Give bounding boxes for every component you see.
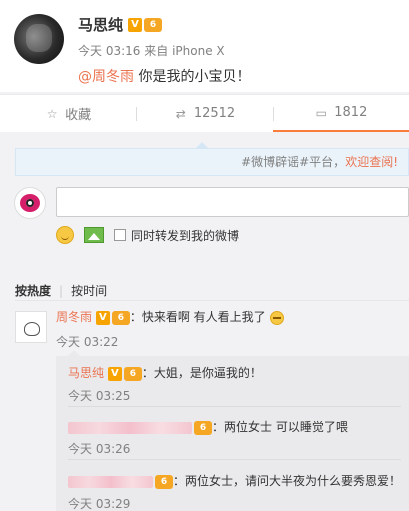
composer-tools: 同时转发到我的微博 xyxy=(56,226,239,244)
comment-count: 1812 xyxy=(334,105,368,120)
repost-button[interactable]: ⇄ 12512 xyxy=(136,95,272,132)
comment-author[interactable]: 周冬雨 xyxy=(56,310,92,324)
reply-text: ：两位女士，请问大半夜为什么要秀恩爱！ xyxy=(173,474,402,488)
level-badge: 6 xyxy=(194,420,212,435)
notice-link[interactable]: 欢迎查阅! xyxy=(345,155,398,169)
sort-by-time[interactable]: 按时间 xyxy=(71,284,107,298)
reply-text: ：大姐，是你逼我的！ xyxy=(141,366,262,380)
author-name[interactable]: 马思纯 xyxy=(78,14,123,35)
post-body: 你是我的小宝贝！ xyxy=(134,69,251,85)
image-icon[interactable] xyxy=(84,227,104,243)
grimace-emoji-icon xyxy=(269,310,284,325)
reply-divider xyxy=(68,406,401,407)
repost-checkbox-label[interactable]: 同时转发到我的微博 xyxy=(131,227,239,244)
comment-text: ：快来看啊 有人看上我了 xyxy=(129,310,266,324)
reply-time[interactable]: 今天 03:26 xyxy=(68,440,130,457)
reply-list: 马思纯 V 6 ：大姐，是你逼我的！ 今天 03:25 6 ：两位女士 可以睡觉了喂 … xyxy=(56,356,409,511)
level-badge: 6 xyxy=(155,474,173,489)
my-avatar xyxy=(14,187,46,219)
reply-divider xyxy=(68,459,401,460)
repost-count: 12512 xyxy=(193,106,236,121)
sort-by-hot[interactable]: 按热度 xyxy=(15,284,51,298)
notice-text[interactable]: #微博辟谣#平台， xyxy=(241,155,345,169)
verified-badge: V xyxy=(107,366,122,381)
favorite-label: 收藏 xyxy=(65,108,92,123)
action-bar: ☆ 收藏 ⇄ 12512 ▭ 1812 xyxy=(0,94,409,132)
favorite-button[interactable]: ☆ 收藏 xyxy=(0,95,136,132)
sort-separator: | xyxy=(59,284,64,298)
post-text: @周冬雨 你是我的小宝贝！ xyxy=(78,66,250,86)
post-card: 马思纯 V6 今天 03:16 来自 iPhone X @周冬雨 你是我的小宝贝… xyxy=(0,0,409,92)
post-source[interactable]: iPhone X xyxy=(172,44,225,58)
reply-author[interactable]: 马思纯 xyxy=(68,366,104,380)
level-badge: 6 xyxy=(123,366,142,381)
repost-checkbox[interactable] xyxy=(114,229,126,241)
comment-input[interactable] xyxy=(56,187,409,217)
rumor-notice: #微博辟谣#平台，欢迎查阅! xyxy=(15,142,409,176)
sort-divider xyxy=(15,300,409,301)
author-badges: V6 xyxy=(128,17,162,32)
level-badge: 6 xyxy=(111,310,130,325)
repost-icon: ⇄ xyxy=(175,106,186,121)
source-prefix: 来自 xyxy=(144,44,169,58)
level-badge[interactable]: 6 xyxy=(144,17,162,32)
post-meta: 今天 03:16 来自 iPhone X xyxy=(78,42,225,59)
sort-bar: 按热度 | 按时间 xyxy=(15,282,107,299)
reply-line: 马思纯 V 6 ：大姐，是你逼我的！ xyxy=(68,364,262,381)
post-time[interactable]: 今天 03:16 xyxy=(78,44,140,58)
emoji-icon[interactable] xyxy=(56,226,74,244)
verified-badge[interactable]: V xyxy=(128,17,142,32)
author-avatar[interactable] xyxy=(14,14,64,64)
reply-text: ：两位女士 可以睡觉了喂 xyxy=(212,420,348,434)
reply-line: 6 ：两位女士，请问大半夜为什么要秀恩爱！ xyxy=(68,472,401,489)
comment-time[interactable]: 今天 03:22 xyxy=(56,333,118,350)
notice-arrow xyxy=(196,142,208,148)
reply-time[interactable]: 今天 03:29 xyxy=(68,495,130,511)
comment-area: #微博辟谣#平台，欢迎查阅! 同时转发到我的微博 按热度 | 按时间 周冬雨 V 6：… xyxy=(0,134,409,511)
mention-link[interactable]: @周冬雨 xyxy=(78,69,134,85)
comment-icon: ▭ xyxy=(315,105,327,120)
comment-avatar[interactable] xyxy=(15,311,47,343)
blurred-username[interactable] xyxy=(68,475,153,488)
reply-line: 6 ：两位女士 可以睡觉了喂 xyxy=(68,418,348,435)
verified-badge: V xyxy=(95,310,110,325)
star-icon: ☆ xyxy=(46,106,58,121)
comment-line: 周冬雨 V 6 ：快来看啊 有人看上我了 xyxy=(56,308,284,325)
blurred-username[interactable] xyxy=(68,421,192,434)
reply-time[interactable]: 今天 03:25 xyxy=(68,387,130,404)
comment-button[interactable]: ▭ 1812 xyxy=(272,95,409,132)
